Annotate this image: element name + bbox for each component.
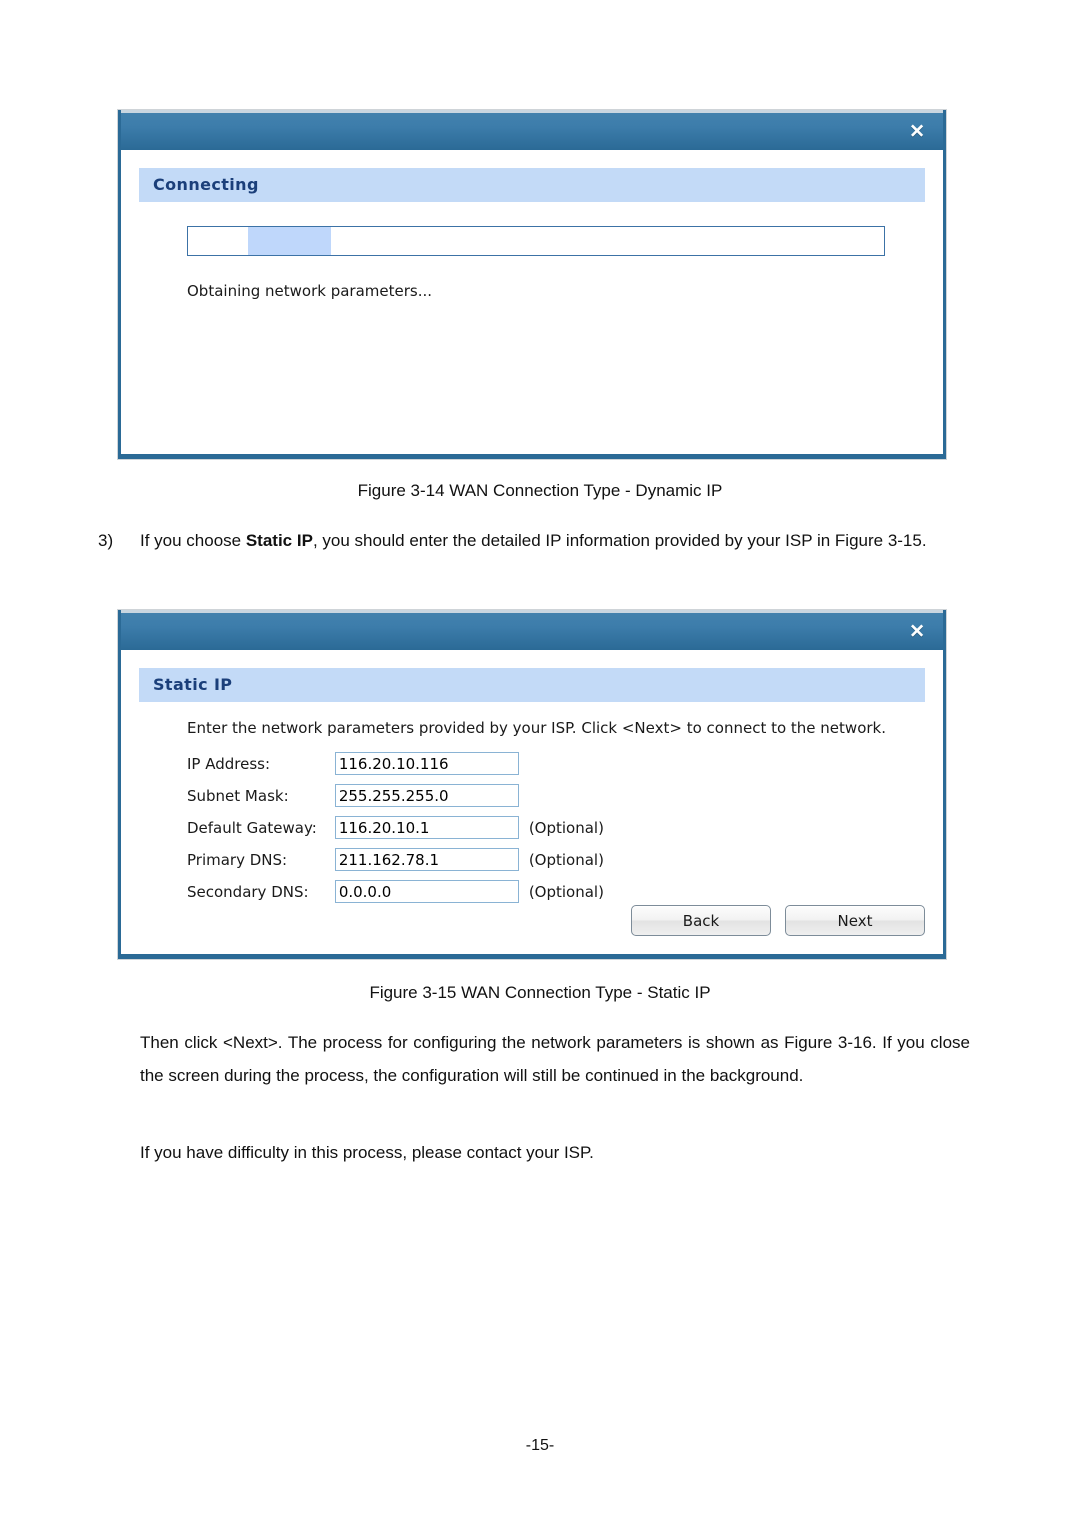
close-icon[interactable]: ✕ — [909, 622, 925, 641]
dialog-button-row: Back Next — [631, 905, 925, 936]
back-button[interactable]: Back — [631, 905, 771, 936]
form-row-primary-dns: Primary DNS: (Optional) — [187, 844, 604, 876]
label-ip-address: IP Address: — [187, 754, 271, 773]
note-secondary-dns: (Optional) — [528, 882, 604, 901]
dialog-body: Connecting Obtaining network parameters.… — [121, 150, 943, 454]
dialog-titlebar: ✕ — [121, 110, 943, 150]
subnet-mask-input[interactable] — [334, 784, 519, 808]
next-button[interactable]: Next — [785, 905, 925, 936]
form-row-default-gateway: Default Gateway: (Optional) — [187, 812, 604, 844]
step-3-text-after: , you should enter the detailed IP infor… — [312, 531, 927, 550]
status-text: Obtaining network parameters... — [187, 282, 433, 300]
static-ip-form: IP Address: Subnet Mask: Default Gateway… — [187, 748, 604, 908]
figure-3-15-caption: Figure 3-15 WAN Connection Type - Static… — [369, 983, 711, 1002]
closing-paragraph-1: Then click <Next>. The process for confi… — [140, 1033, 970, 1085]
label-default-gateway: Default Gateway: — [187, 818, 317, 837]
progress-bar — [187, 226, 885, 256]
section-title-static-ip: Static IP — [139, 668, 925, 702]
primary-dns-input[interactable] — [334, 848, 519, 872]
page-number: -15- — [525, 1437, 555, 1454]
step-3-marker: 3) — [98, 531, 114, 550]
note-subnet-mask — [519, 780, 604, 812]
dialog-body: Static IP Enter the network parameters p… — [121, 650, 943, 954]
closing-paragraph-2: If you have difficulty in this process, … — [140, 1143, 594, 1162]
ip-address-input[interactable] — [334, 752, 519, 776]
note-primary-dns: (Optional) — [528, 850, 604, 869]
step-3-bold-static-ip: Static IP — [245, 531, 313, 550]
step-3-text-before: If you choose — [140, 531, 246, 550]
intro-text: Enter the network parameters provided by… — [187, 719, 886, 737]
close-icon[interactable]: ✕ — [909, 122, 925, 141]
note-default-gateway: (Optional) — [528, 818, 604, 837]
default-gateway-input[interactable] — [334, 816, 519, 840]
label-secondary-dns: Secondary DNS: — [187, 882, 309, 901]
label-primary-dns: Primary DNS: — [187, 850, 288, 869]
static-ip-dialog: ✕ Static IP Enter the network parameters… — [118, 610, 946, 959]
note-ip-address — [519, 748, 604, 780]
label-subnet-mask: Subnet Mask: — [187, 786, 289, 805]
figure-3-14-caption: Figure 3-14 WAN Connection Type - Dynami… — [357, 481, 723, 500]
form-row-subnet-mask: Subnet Mask: — [187, 780, 604, 812]
step-3-text: If you choose Static IP, you should ente… — [140, 524, 970, 557]
form-row-secondary-dns: Secondary DNS: (Optional) — [187, 876, 604, 908]
form-row-ip-address: IP Address: — [187, 748, 604, 780]
connecting-dialog: ✕ Connecting Obtaining network parameter… — [118, 110, 946, 459]
dialog-titlebar: ✕ — [121, 610, 943, 650]
section-title-connecting: Connecting — [139, 168, 925, 202]
secondary-dns-input[interactable] — [334, 880, 519, 904]
progress-bar-chunk — [247, 227, 332, 255]
